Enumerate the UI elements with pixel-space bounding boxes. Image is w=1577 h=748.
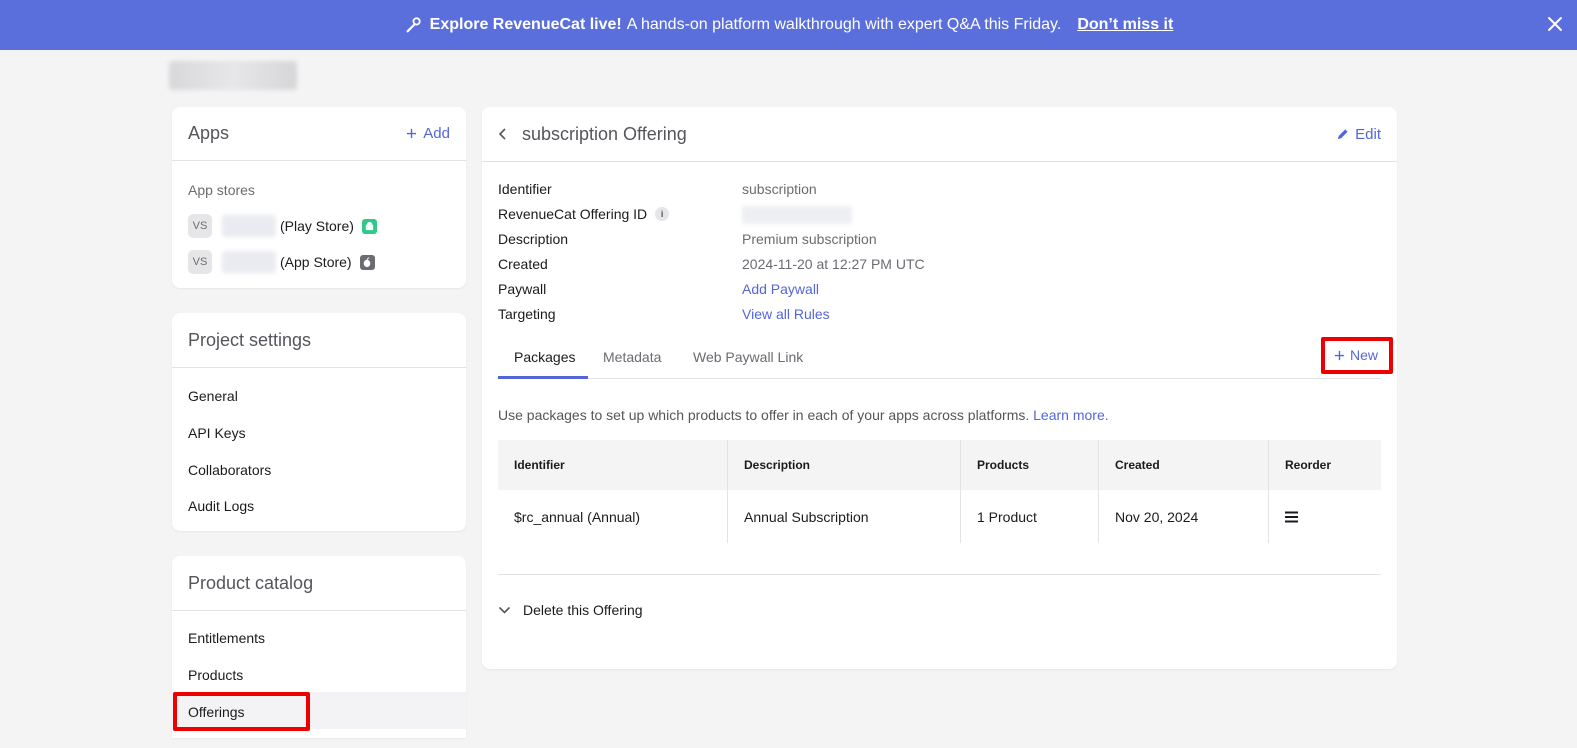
- info-icon[interactable]: i: [655, 207, 670, 221]
- apps-title: Apps: [188, 123, 230, 143]
- project-logo[interactable]: [169, 61, 297, 90]
- product-catalog-header: Product catalog: [172, 556, 466, 611]
- app-store-label: (App Store): [280, 254, 352, 270]
- table-row[interactable]: $rc_annual (Annual) Annual Subscription …: [498, 490, 1381, 543]
- banner-headline: Explore RevenueCat live!: [429, 16, 622, 33]
- app-name-redacted: [222, 215, 276, 237]
- page-title: subscription Offering: [522, 123, 687, 144]
- announcement-banner: Explore RevenueCat live! A hands-on plat…: [0, 0, 1577, 50]
- highlight-offerings: [173, 692, 310, 731]
- identifier-label: Identifier: [498, 181, 552, 197]
- created-value: 2024-11-20 at 12:27 PM UTC: [742, 256, 925, 272]
- chevron-down-icon: [498, 606, 511, 614]
- sidebar-item-collaborators[interactable]: Collaborators: [188, 462, 271, 478]
- tab-web-paywall-link[interactable]: Web Paywall Link: [693, 349, 803, 365]
- wrench-icon: [406, 17, 421, 33]
- app-stores-label: App stores: [188, 182, 255, 198]
- paywall-label: Paywall: [498, 281, 547, 297]
- cell-products: 1 Product: [961, 490, 1099, 543]
- offering-id-redacted: [742, 206, 852, 224]
- edit-label: Edit: [1355, 125, 1381, 143]
- app-store-label: (Play Store): [280, 218, 354, 234]
- created-label: Created: [498, 256, 548, 272]
- learn-more-link[interactable]: Learn more.: [1033, 407, 1108, 423]
- offering-header: subscription Offering Edit: [482, 107, 1397, 162]
- targeting-label: Targeting: [498, 306, 556, 322]
- column-header-reorder: Reorder: [1285, 458, 1332, 472]
- delete-offering-toggle[interactable]: Delete this Offering: [498, 602, 643, 618]
- cell-created: Nov 20, 2024: [1099, 490, 1269, 543]
- close-icon[interactable]: [1545, 14, 1565, 34]
- column-header-description: Description: [728, 440, 961, 490]
- add-paywall-link[interactable]: Add Paywall: [742, 281, 819, 297]
- pencil-icon: [1337, 128, 1348, 139]
- banner-message: A hands-on platform walkthrough with exp…: [626, 16, 1062, 33]
- packages-table: Identifier Description Products Created …: [498, 440, 1381, 543]
- sidebar-item-audit-logs[interactable]: Audit Logs: [188, 498, 254, 514]
- sidebar-item-entitlements[interactable]: Entitlements: [188, 630, 265, 646]
- app-name-redacted: [222, 251, 276, 273]
- cell-reorder: [1269, 490, 1381, 543]
- offering-id-label: RevenueCat Offering ID: [498, 206, 648, 222]
- offering-tabs: Packages Metadata Web Paywall Link: [498, 339, 1381, 379]
- project-settings-title: Project settings: [188, 329, 312, 350]
- column-header-created: Created: [1099, 440, 1269, 490]
- column-header-products: Products: [961, 440, 1099, 490]
- divider: [498, 574, 1381, 575]
- banner-cta-link[interactable]: Don’t miss it: [1077, 16, 1173, 34]
- sidebar-item-api-keys[interactable]: API Keys: [188, 425, 246, 441]
- edit-button[interactable]: Edit: [1336, 126, 1381, 143]
- highlight-new-button: [1321, 337, 1393, 374]
- identifier-value: subscription: [742, 181, 817, 197]
- tab-metadata[interactable]: Metadata: [603, 349, 661, 365]
- add-app-button[interactable]: Add: [406, 125, 450, 142]
- view-all-rules-link[interactable]: View all Rules: [742, 306, 830, 322]
- offering-detail-card: subscription Offering Edit Identifier su…: [482, 107, 1397, 669]
- description-label: Description: [498, 231, 569, 247]
- active-tab-indicator: [498, 376, 588, 379]
- delete-offering-label: Delete this Offering: [523, 602, 643, 618]
- chevron-left-icon[interactable]: [498, 127, 508, 141]
- packages-help-text: Use packages to set up which products to…: [498, 407, 1109, 423]
- sidebar-item-products[interactable]: Products: [188, 667, 243, 683]
- cell-identifier: $rc_annual (Annual): [498, 490, 728, 543]
- column-header-identifier: Identifier: [498, 440, 728, 490]
- description-value: Premium subscription: [742, 231, 877, 247]
- table-header: Identifier Description Products Created …: [498, 440, 1381, 490]
- app-item-play-store[interactable]: VS (Play Store): [188, 214, 377, 238]
- apps-header: Apps Add: [172, 107, 466, 161]
- avatar: VS: [188, 250, 212, 274]
- apps-card: Apps Add App stores VS (Play Store) VS (…: [172, 107, 466, 288]
- sidebar-item-general[interactable]: General: [188, 388, 238, 404]
- project-settings-card: Project settings General API Keys Collab…: [172, 313, 466, 531]
- project-settings-header: Project settings: [172, 313, 466, 368]
- product-catalog-title: Product catalog: [188, 572, 314, 593]
- add-app-label: Add: [423, 125, 450, 142]
- avatar: VS: [188, 214, 212, 238]
- cell-description: Annual Subscription: [728, 490, 961, 543]
- tab-packages[interactable]: Packages: [514, 349, 575, 365]
- android-icon: [361, 218, 377, 234]
- offering-id-row: RevenueCat Offering ID i: [498, 206, 670, 222]
- apple-icon: [359, 254, 375, 270]
- plus-icon: [407, 128, 417, 139]
- app-item-app-store[interactable]: VS (App Store): [188, 250, 375, 274]
- drag-handle-icon[interactable]: [1285, 511, 1298, 523]
- help-text: Use packages to set up which products to…: [498, 407, 1030, 423]
